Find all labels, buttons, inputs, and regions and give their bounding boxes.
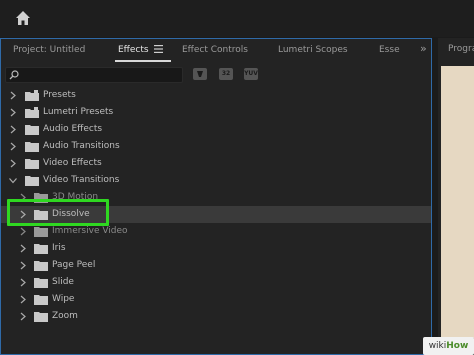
chevron-right-icon[interactable] [9,125,17,134]
chevron-right-icon[interactable] [9,159,17,168]
tab-effect-controls[interactable]: Effect Controls [182,45,248,55]
tree-item-label: Lumetri Presets [43,107,114,117]
program-monitor-viewer [441,66,474,338]
chevron-down-icon[interactable] [9,176,17,185]
folder-icon [34,295,48,305]
active-tab-underline [115,60,171,62]
tab-lumetri-scopes[interactable]: Lumetri Scopes [278,45,348,55]
tree-item-label: Video Effects [43,158,102,168]
tree-item-video-transitions[interactable]: Video Transitions [1,172,431,189]
search-icon [9,70,19,80]
tab-project[interactable]: Project: Untitled [13,45,85,55]
folder-icon [25,176,39,186]
tree-item-label: Iris [52,243,66,253]
panel-tabs: Project: Untitled Effects Effect Control… [1,39,431,63]
program-monitor-tab[interactable]: Prograi [448,44,474,54]
tree-item-label: Audio Effects [43,124,103,134]
chevron-right-icon[interactable] [19,244,27,253]
tree-item-lumetri-presets[interactable]: Lumetri Presets [1,104,431,121]
chevron-right-icon[interactable] [19,261,27,270]
top-bar [0,0,474,37]
folder-icon [34,227,48,237]
tree-item-iris[interactable]: Iris [1,240,431,257]
tree-item-label: Immersive Video [52,226,128,236]
tree-item-label: Audio Transitions [43,141,120,151]
tree-item-wipe[interactable]: Wipe [1,291,431,308]
wikihow-watermark: wikiHow [423,337,474,355]
preset-folder-icon [25,107,39,118]
preset-folder-icon [25,90,39,101]
dissolve-highlight-box [7,199,109,226]
tree-item-audio-effects[interactable]: Audio Effects [1,121,431,138]
chevron-right-icon[interactable] [19,278,27,287]
folder-icon [25,125,39,135]
tree-item-audio-transitions[interactable]: Audio Transitions [1,138,431,155]
tree-item-label: Page Peel [52,260,96,270]
accelerated-effects-filter-icon[interactable] [193,68,207,80]
tree-item-slide[interactable]: Slide [1,274,431,291]
tree-item-label: Presets [43,90,76,100]
folder-icon [34,244,48,254]
search-input[interactable] [5,67,183,83]
search-row: 32 YUV [1,64,431,86]
folder-icon [34,261,48,271]
home-icon[interactable] [14,9,32,27]
yuv-filter-button[interactable]: YUV [244,68,258,80]
32-bit-filter-button[interactable]: 32 [219,68,233,80]
tree-item-page-peel[interactable]: Page Peel [1,257,431,274]
chevron-right-icon[interactable] [9,108,17,117]
chevron-right-icon[interactable] [19,312,27,321]
tree-item-label: Video Transitions [43,175,120,185]
tab-essential[interactable]: Esse [379,45,400,55]
chevron-right-icon[interactable] [9,91,17,100]
folder-icon [25,159,39,169]
tab-effects[interactable]: Effects [118,45,149,55]
folder-icon [34,278,48,288]
folder-icon [25,142,39,152]
chevron-right-icon[interactable] [9,142,17,151]
tree-item-zoom[interactable]: Zoom [1,308,431,325]
panel-menu-icon[interactable] [154,45,163,53]
tree-item-label: Wipe [52,294,75,304]
folder-icon [34,312,48,322]
tree-item-label: Zoom [52,311,78,321]
tree-item-video-effects[interactable]: Video Effects [1,155,431,172]
effects-panel: Project: Untitled Effects Effect Control… [0,38,432,355]
more-tabs-icon[interactable]: » [420,42,427,55]
tree-item-presets[interactable]: Presets [1,87,431,104]
chevron-right-icon[interactable] [19,227,27,236]
tree-item-label: Slide [52,277,74,287]
chevron-right-icon[interactable] [19,295,27,304]
